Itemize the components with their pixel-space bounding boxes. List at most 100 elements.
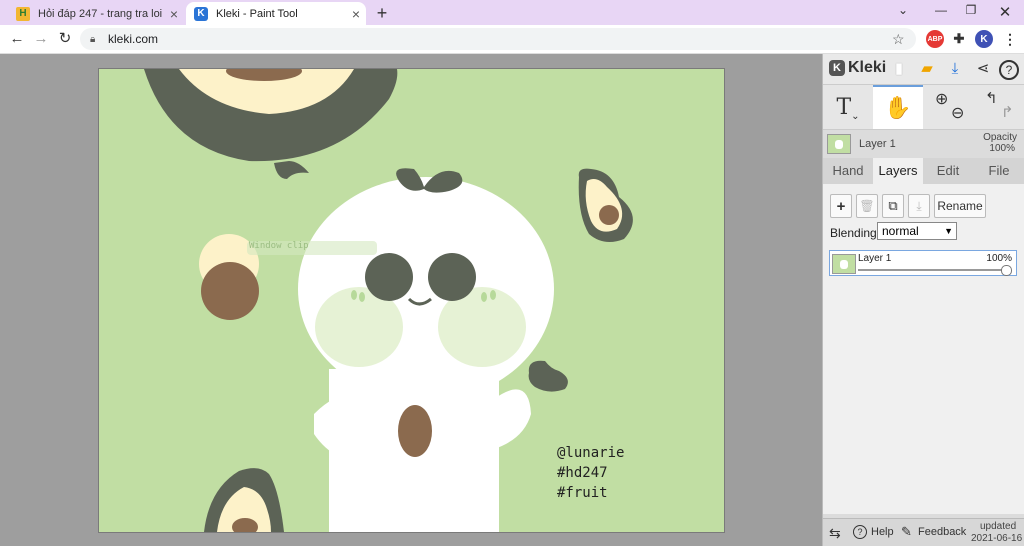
redo-icon[interactable]: ↱ <box>1001 103 1014 121</box>
tab-title: Kleki - Paint Tool <box>216 7 298 20</box>
signature-line-2: #hd247 <box>557 465 608 481</box>
download-icon[interactable]: ⤓ <box>945 59 965 79</box>
minimize-icon[interactable]: — <box>926 3 956 17</box>
kleki-favicon-icon: K <box>194 6 208 21</box>
zoom-in-icon[interactable]: ⊕ <box>935 89 948 109</box>
hand-tool-button[interactable]: ✋ <box>873 85 923 129</box>
merge-down-button[interactable]: ⤓ <box>908 194 930 218</box>
undo-icon[interactable]: ↰ <box>985 89 998 107</box>
canvas-workspace[interactable]: Window clip @lunarie #hd247 #fruit <box>0 54 822 546</box>
rename-layer-button[interactable]: Rename <box>934 194 986 218</box>
adblock-icon[interactable]: ABP <box>926 30 944 48</box>
character-head <box>298 177 554 401</box>
swap-sides-icon[interactable]: ⇆ <box>829 525 841 542</box>
close-icon[interactable]: × <box>164 6 184 22</box>
open-folder-icon[interactable]: ▰ <box>917 59 937 79</box>
tool-row: T ⌄ ✋ ⊕ ⊖ ↰ ↱ <box>823 85 1024 130</box>
updated-date[interactable]: 2021-06-16 <box>971 533 1022 544</box>
blending-select[interactable]: normal ▼ <box>877 222 957 240</box>
canvas-artwork <box>144 69 633 532</box>
kleki-logo-icon: K <box>829 60 845 76</box>
new-tab-icon[interactable]: + <box>372 3 392 24</box>
top-avocado-stem <box>274 161 309 179</box>
kleki-header: K Kleki ▮ ▰ ⤓ ⋖ ? <box>823 54 1024 85</box>
small-avocado-pit <box>599 205 619 225</box>
browser-tab-hoidap[interactable]: H Hỏi đáp 247 - trang tra loi × <box>8 2 184 25</box>
undo-redo-buttons[interactable]: ↰ ↱ <box>977 85 1024 129</box>
brown-circle <box>201 262 259 320</box>
browser-toolbar: ← → ↻ 🔒︎ kleki.com ☆ ABP ✚ K ⋮ <box>0 25 1024 54</box>
tab-hand[interactable]: Hand <box>823 158 873 184</box>
eye-left <box>365 253 413 301</box>
text-tool-icon: T <box>836 94 852 120</box>
signature-line-1: @lunarie <box>557 445 625 461</box>
character-arm-right <box>494 389 531 449</box>
extensions-puzzle-icon[interactable]: ✚ <box>950 30 968 48</box>
layer-list-item[interactable]: Layer 1 100% <box>829 250 1017 276</box>
tab-file[interactable]: File <box>973 158 1024 184</box>
zoom-out-icon[interactable]: ⊖ <box>951 103 964 123</box>
panel-footer: ⇆ ? Help ✎ Feedback updated 2021-06-16 <box>823 518 1024 546</box>
tab-layers[interactable]: Layers <box>873 158 923 184</box>
plus-icon: + <box>836 197 846 215</box>
opacity-value: 100% <box>989 143 1015 154</box>
watermark-text: Window clip <box>249 241 309 251</box>
new-image-icon[interactable]: ▮ <box>889 59 909 79</box>
feedback-icon: ✎ <box>901 524 912 539</box>
panel-tabs: Hand Layers Edit File <box>823 158 1024 184</box>
browser-menu-icon[interactable]: ⋮ <box>1001 30 1019 48</box>
brand-name: Kleki <box>848 59 887 76</box>
layer-opacity-slider[interactable] <box>858 265 1012 276</box>
trash-icon: 🗑︎ <box>859 199 875 213</box>
duplicate-icon: ⧉ <box>888 198 898 213</box>
slider-knob[interactable] <box>1001 265 1012 276</box>
browser-tab-strip: H Hỏi đáp 247 - trang tra loi × K Kleki … <box>0 0 1024 25</box>
merge-down-icon: ⤓ <box>916 198 922 213</box>
zoom-buttons[interactable]: ⊕ ⊖ <box>927 85 977 129</box>
delete-layer-button[interactable]: 🗑︎ <box>856 194 878 218</box>
reload-icon[interactable]: ↻ <box>54 29 76 49</box>
feedback-link[interactable]: Feedback <box>918 526 966 538</box>
duplicate-layer-button[interactable]: ⧉ <box>882 194 904 218</box>
help-icon[interactable]: ? <box>999 60 1019 80</box>
text-tool-button[interactable]: T ⌄ <box>823 85 873 129</box>
layer-preview-thumbnail[interactable] <box>827 134 851 154</box>
back-icon[interactable]: ← <box>6 29 28 49</box>
profile-avatar[interactable]: K <box>975 30 993 48</box>
eye-right <box>428 253 476 301</box>
kleki-side-panel: K Kleki ▮ ▰ ⤓ ⋖ ? T ⌄ ✋ ⊕ ⊖ ↰ ↱ Layer 1 … <box>822 54 1024 546</box>
chevron-down-icon[interactable]: ⌄ <box>851 111 859 122</box>
hoidap-favicon-icon: H <box>16 6 30 21</box>
window-close-icon[interactable]: ✕ <box>990 3 1020 21</box>
drawing-canvas[interactable]: Window clip @lunarie #hd247 #fruit <box>98 68 725 533</box>
help-link[interactable]: Help <box>871 526 894 538</box>
browser-tab-kleki[interactable]: K Kleki - Paint Tool × <box>186 2 366 25</box>
leaf-shape <box>528 360 568 392</box>
kleki-logo[interactable]: K Kleki <box>829 59 886 77</box>
share-icon[interactable]: ⋖ <box>973 59 993 79</box>
forward-icon[interactable]: → <box>30 29 52 49</box>
updated-label: updated <box>980 521 1017 532</box>
signature-line-3: #fruit <box>557 485 608 501</box>
opacity-label: Opacity <box>983 132 1017 143</box>
add-layer-button[interactable]: + <box>830 194 852 218</box>
belly-seed <box>398 405 432 457</box>
address-bar[interactable]: 🔒︎ kleki.com ☆ <box>80 28 916 50</box>
layer-opacity: 100% <box>986 253 1012 264</box>
lock-icon: 🔒︎ <box>90 33 96 45</box>
url-text: kleki.com <box>108 32 159 46</box>
tab-title: Hỏi đáp 247 - trang tra loi <box>38 7 163 20</box>
layer-preview: Layer 1 Opacity 100% <box>823 130 1024 156</box>
tab-edit[interactable]: Edit <box>923 158 973 184</box>
help-circle-icon: ? <box>853 525 867 539</box>
bookmark-star-icon[interactable]: ☆ <box>892 31 910 48</box>
tab-search-icon[interactable]: ⌄ <box>888 3 918 17</box>
restore-icon[interactable]: ❐ <box>956 3 986 17</box>
layer-thumbnail <box>832 254 856 274</box>
layers-panel: + 🗑︎ ⧉ ⤓ Rename Blending normal ▼ Layer … <box>823 184 1024 514</box>
layer-preview-name: Layer 1 <box>859 138 896 150</box>
chevron-down-icon: ▼ <box>944 226 953 236</box>
layer-name: Layer 1 <box>858 253 892 264</box>
blending-label: Blending <box>830 226 877 240</box>
close-icon[interactable]: × <box>346 6 366 22</box>
